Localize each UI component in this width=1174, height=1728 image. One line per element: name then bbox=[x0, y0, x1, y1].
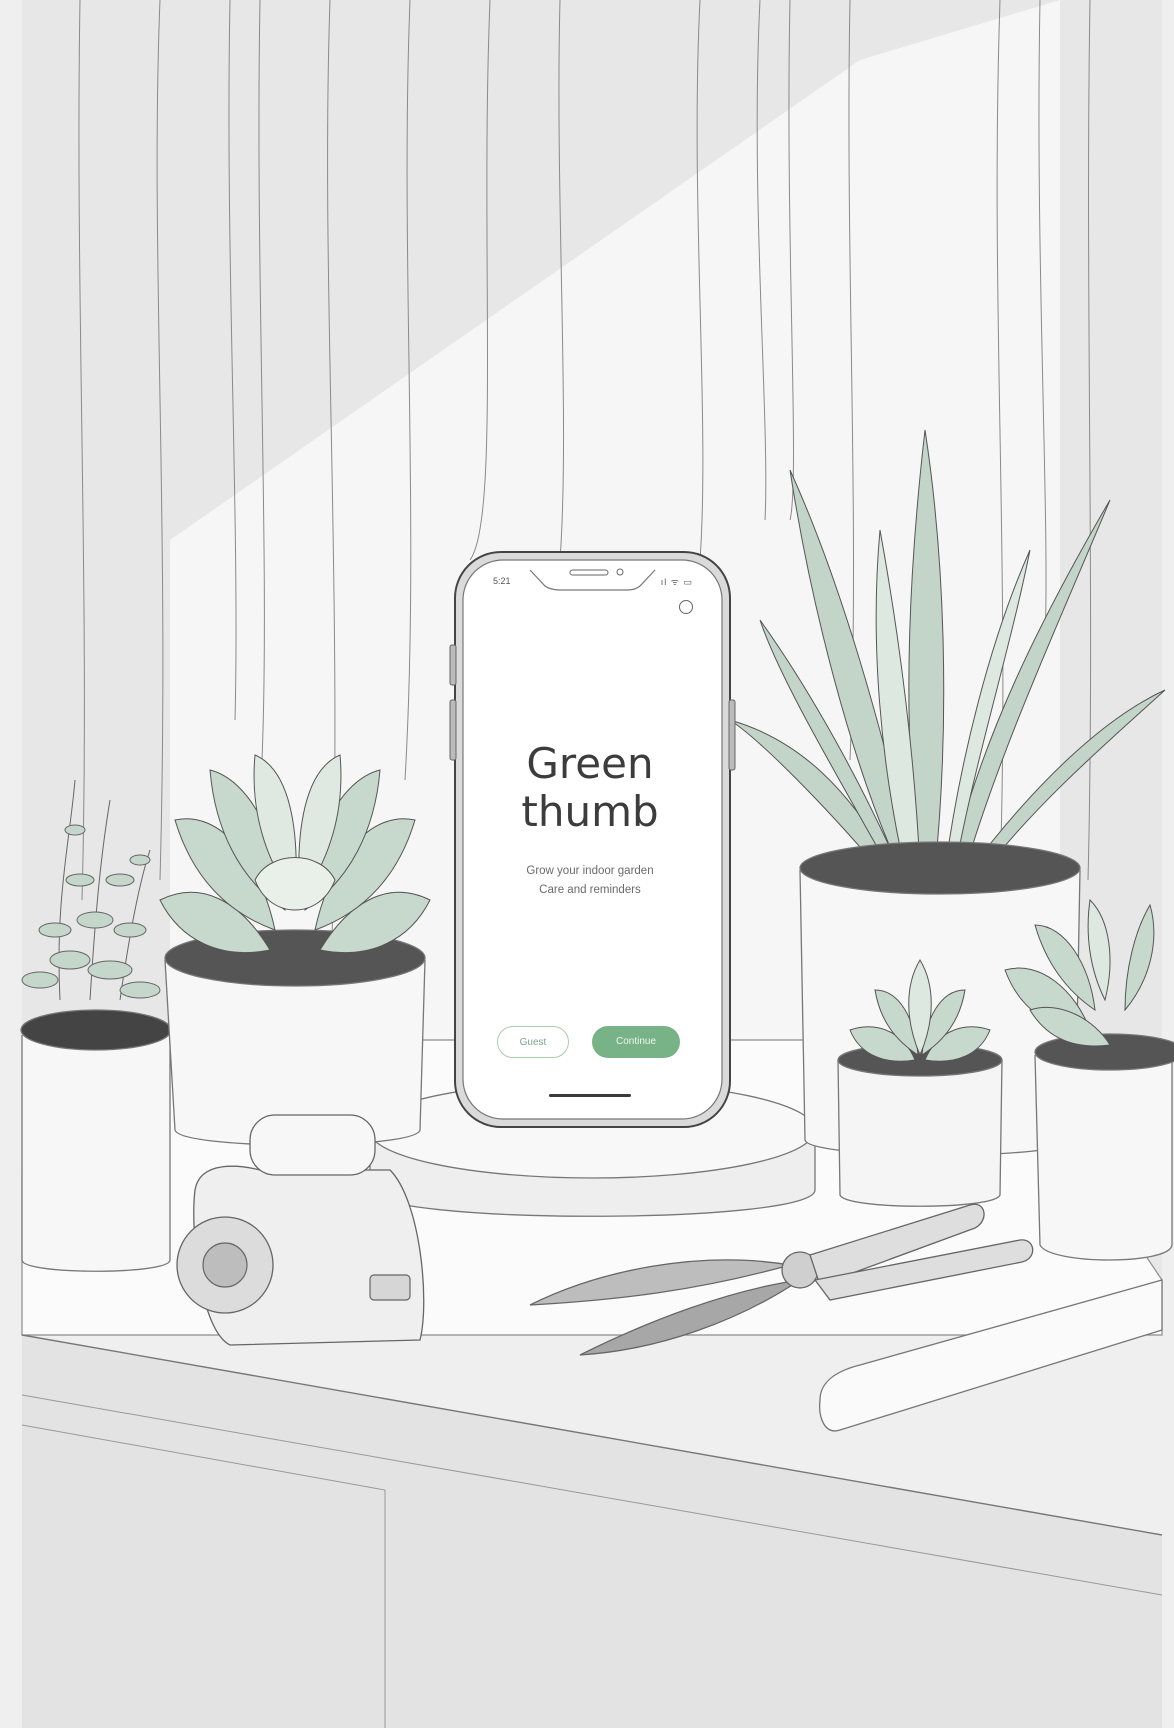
guest-button[interactable]: Guest bbox=[497, 1026, 569, 1058]
app-subtitle: Grow your indoor garden Care and reminde… bbox=[485, 862, 695, 900]
continue-button[interactable]: Continue bbox=[592, 1026, 680, 1058]
subtitle-line-2: Care and reminders bbox=[539, 884, 641, 896]
subtitle-line-1: Grow your indoor garden bbox=[526, 865, 654, 877]
profile-icon[interactable] bbox=[679, 600, 693, 614]
status-time: 5:21 bbox=[493, 576, 511, 586]
status-signal-icon: ıl ᯤ ▭ bbox=[660, 577, 693, 587]
phone-screen: 5:21 ıl ᯤ ▭ Green thumb Grow your indoor… bbox=[465, 570, 715, 1110]
home-indicator[interactable] bbox=[549, 1094, 631, 1097]
app-title: Green thumb bbox=[521, 739, 659, 836]
